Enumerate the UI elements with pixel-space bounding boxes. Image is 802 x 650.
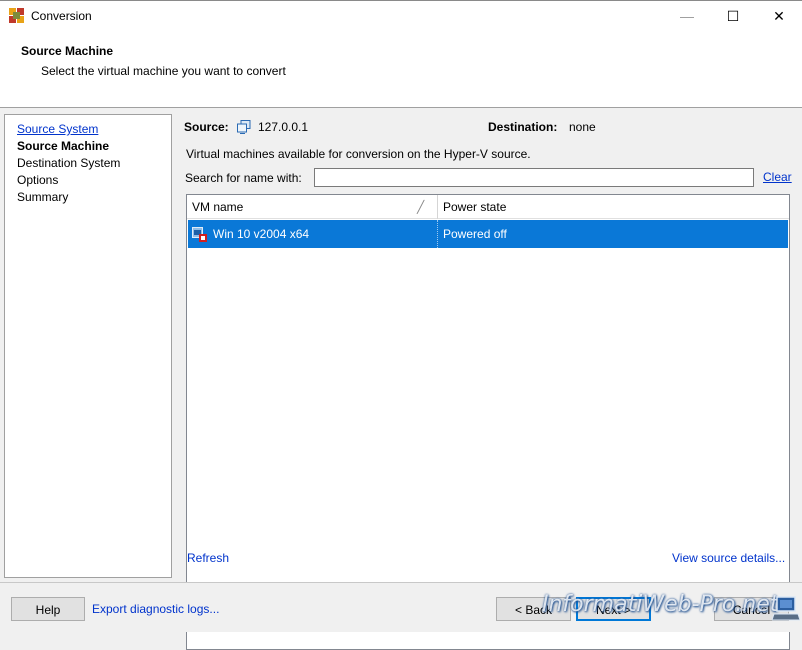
column-header-label: Power state [443,200,507,214]
help-button[interactable]: Help [11,597,85,621]
description-text: Virtual machines available for conversio… [186,147,531,161]
title-bar: Conversion — ☐ ✕ [0,0,802,30]
page-title: Source Machine [21,44,114,58]
app-icon [9,8,24,23]
step-options: Options [17,173,59,187]
main-panel: Source: 127.0.0.1 Destination: none Virt… [176,108,802,650]
close-button[interactable]: ✕ [756,1,802,31]
power-state: Powered off [443,227,507,241]
step-source-system[interactable]: Source System [17,122,98,136]
source-value: 127.0.0.1 [258,120,309,134]
destination-label: Destination: [488,120,558,134]
vm-name-cell: Win 10 v2004 x64 [188,220,438,248]
laptop-icon [772,596,800,621]
clear-link[interactable]: Clear [763,170,792,184]
table-header: VM name ╱ Power state [187,195,789,219]
column-header-label: VM name [192,200,244,214]
wizard-header: Source Machine Select the virtual machin… [0,30,802,108]
table-row[interactable]: Win 10 v2004 x64 Powered off [188,220,788,248]
window-title: Conversion [31,9,92,23]
export-logs-link[interactable]: Export diagnostic logs... [92,602,219,616]
source-label: Source: [184,120,229,134]
view-source-details-link[interactable]: View source details... [672,551,785,565]
vm-icon [192,227,207,242]
server-icon [237,120,251,134]
step-summary: Summary [17,190,69,204]
power-state-cell: Powered off [438,220,788,248]
destination-value: none [569,120,596,134]
wizard-steps: Source System Source Machine Destination… [4,114,172,578]
watermark-text: InformatiWeb-Pro.net [542,592,779,617]
column-header-vm-name[interactable]: VM name ╱ [187,195,438,219]
minimize-button[interactable]: — [664,1,710,31]
search-input[interactable] [314,168,754,187]
step-destination-system: Destination System [17,156,121,170]
column-header-power-state[interactable]: Power state [438,195,789,219]
step-source-machine: Source Machine [17,139,110,153]
vm-name: Win 10 v2004 x64 [213,227,310,241]
search-label: Search for name with: [185,171,302,185]
refresh-link[interactable]: Refresh [187,551,229,565]
page-subtitle: Select the virtual machine you want to c… [41,64,286,78]
sort-icon: ╱ [417,200,425,214]
maximize-button[interactable]: ☐ [710,1,756,31]
